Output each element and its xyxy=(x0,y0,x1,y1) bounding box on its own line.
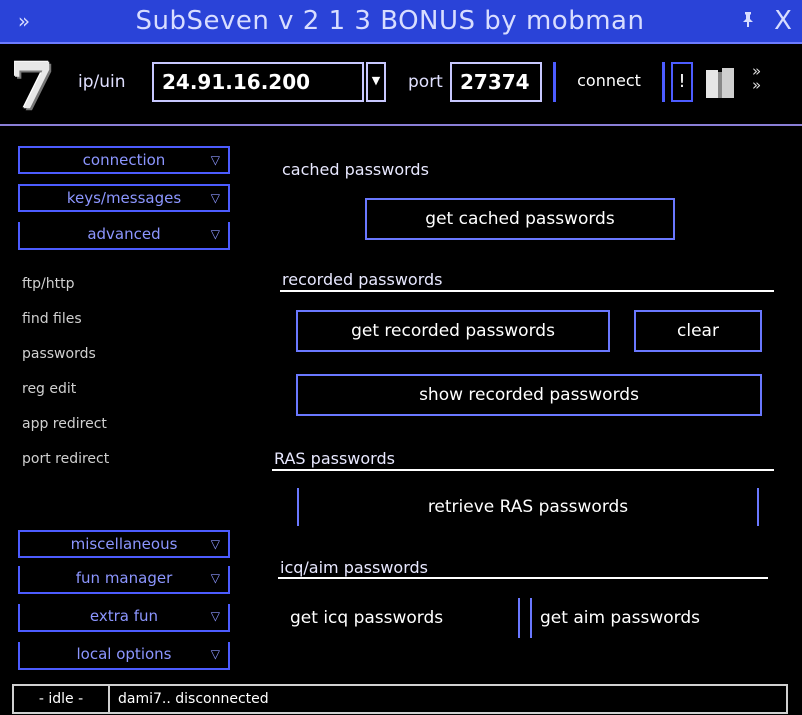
get-recorded-passwords-button[interactable]: get recorded passwords xyxy=(296,310,610,352)
clear-button[interactable]: clear xyxy=(634,310,762,352)
sidebar-connection-button[interactable]: connection ▽ xyxy=(18,146,230,174)
sidebar-item-find-files[interactable]: find files xyxy=(22,311,82,327)
connection-bar: 7 ip/uin 24.91.16.200 ▼ port 27374 conne… xyxy=(0,46,802,126)
fast-forward-icon[interactable]: »» xyxy=(752,64,772,93)
status-state: - idle - xyxy=(14,686,110,712)
divider xyxy=(272,469,774,471)
chevron-down-icon[interactable]: ▼ xyxy=(366,62,386,102)
chevron-down-icon: ▽ xyxy=(210,571,220,585)
sidebar-item-passwords[interactable]: passwords xyxy=(22,346,96,362)
sidebar-button-label: miscellaneous xyxy=(70,535,178,553)
ras-passwords-title: RAS passwords xyxy=(274,449,395,468)
sidebar-button-label: fun manager xyxy=(75,569,173,587)
retrieve-ras-passwords-button[interactable]: retrieve RAS passwords xyxy=(297,488,759,526)
chevron-down-icon: ▽ xyxy=(210,609,220,623)
status-text: dami7.. disconnected xyxy=(118,691,269,707)
sidebar-advanced-button[interactable]: advanced ▽ xyxy=(18,222,230,250)
get-cached-passwords-button[interactable]: get cached passwords xyxy=(365,198,675,240)
sidebar-button-label: local options xyxy=(76,645,172,663)
sidebar-item-app-redirect[interactable]: app redirect xyxy=(22,416,107,432)
divider xyxy=(278,577,768,579)
subseven-logo: 7 xyxy=(10,49,55,124)
show-recorded-passwords-button[interactable]: show recorded passwords xyxy=(296,374,762,416)
book-icon[interactable] xyxy=(704,66,736,100)
get-icq-passwords-button[interactable]: get icq passwords xyxy=(290,598,520,638)
cached-passwords-title: cached passwords xyxy=(282,160,429,179)
ip-label: ip/uin xyxy=(78,72,126,92)
chevron-down-icon: ▽ xyxy=(210,647,220,661)
recorded-passwords-title: recorded passwords xyxy=(282,270,443,289)
chevron-down-icon: ▽ xyxy=(210,227,220,241)
sidebar-button-label: connection xyxy=(82,151,166,169)
chevron-down-icon: ▽ xyxy=(210,537,220,551)
sidebar-button-label: extra fun xyxy=(89,607,159,625)
icq-aim-passwords-title: icq/aim passwords xyxy=(280,558,429,577)
sidebar-miscellaneous-button[interactable]: miscellaneous ▽ xyxy=(18,530,230,558)
double-chevron-icon[interactable]: » xyxy=(0,9,48,33)
sidebar-fun-manager-button[interactable]: fun manager ▽ xyxy=(18,566,230,594)
port-input[interactable]: 27374 xyxy=(450,62,542,102)
pin-icon[interactable] xyxy=(732,11,764,32)
chevron-down-icon: ▽ xyxy=(210,153,220,167)
chevron-down-icon: ▽ xyxy=(210,191,220,205)
sidebar-button-label: keys/messages xyxy=(66,189,182,207)
sidebar-keys-messages-button[interactable]: keys/messages ▽ xyxy=(18,184,230,212)
window-title: SubSeven v 2 1 3 BONUS by mobman xyxy=(135,6,645,36)
sidebar-item-ftp-http[interactable]: ftp/http xyxy=(22,276,75,292)
sidebar-extra-fun-button[interactable]: extra fun ▽ xyxy=(18,604,230,632)
connect-button[interactable]: connect xyxy=(553,62,665,102)
bang-button[interactable]: ! xyxy=(671,62,693,102)
ip-input[interactable]: 24.91.16.200 xyxy=(152,62,364,102)
sidebar-item-port-redirect[interactable]: port redirect xyxy=(22,451,109,467)
status-bar: - idle - dami7.. disconnected xyxy=(12,684,788,714)
sidebar-item-reg-edit[interactable]: reg edit xyxy=(22,381,76,397)
sidebar-local-options-button[interactable]: local options ▽ xyxy=(18,642,230,670)
title-bar[interactable]: » SubSeven v 2 1 3 BONUS by mobman X xyxy=(0,0,802,44)
port-label: port xyxy=(408,72,443,92)
divider xyxy=(280,290,774,292)
get-aim-passwords-button[interactable]: get aim passwords xyxy=(530,598,764,638)
sidebar-button-label: advanced xyxy=(87,225,161,243)
close-button[interactable]: X xyxy=(764,6,802,36)
